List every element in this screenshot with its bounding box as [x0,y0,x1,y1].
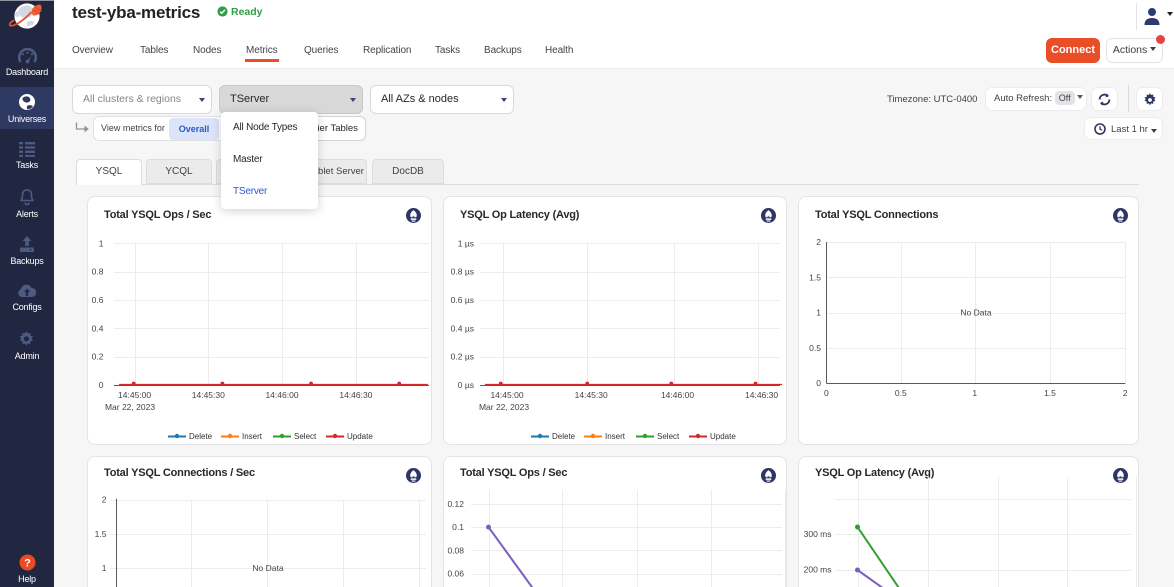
svg-text:1: 1 [972,388,977,398]
svg-text:Mar 22, 2023: Mar 22, 2023 [105,402,155,412]
svg-text:0: 0 [824,388,829,398]
svg-text:1: 1 [99,238,104,248]
svg-text:No Data: No Data [252,563,283,573]
svg-text:No Data: No Data [960,308,991,318]
svg-text:Insert: Insert [242,432,263,441]
svg-text:0: 0 [816,378,821,388]
svg-text:0.2: 0.2 [92,352,104,362]
svg-text:1: 1 [816,308,821,318]
svg-text:1 µs: 1 µs [458,238,474,248]
svg-text:0.08: 0.08 [447,545,464,555]
svg-text:2: 2 [102,495,107,505]
svg-text:14:45:00: 14:45:00 [490,390,523,400]
svg-text:14:46:30: 14:46:30 [339,390,372,400]
svg-text:0.4 µs: 0.4 µs [451,323,474,333]
svg-text:14:45:00: 14:45:00 [118,390,151,400]
svg-text:0.2 µs: 0.2 µs [451,352,474,362]
svg-text:0.12: 0.12 [447,499,464,509]
svg-text:0: 0 [99,380,104,390]
svg-text:300 ms: 300 ms [804,529,832,539]
svg-text:Delete: Delete [189,432,213,441]
svg-text:14:45:30: 14:45:30 [192,390,225,400]
svg-text:0 µs: 0 µs [458,380,474,390]
svg-text:?: ? [24,557,31,569]
svg-text:0.5: 0.5 [809,343,821,353]
svg-text:Update: Update [710,432,736,441]
svg-text:0.8 µs: 0.8 µs [451,267,474,277]
svg-text:0.8: 0.8 [92,267,104,277]
svg-text:14:45:30: 14:45:30 [575,390,608,400]
svg-text:14:46:00: 14:46:00 [265,390,298,400]
svg-text:Select: Select [657,432,680,441]
svg-text:0.4: 0.4 [92,323,104,333]
svg-text:Select: Select [294,432,317,441]
svg-text:Delete: Delete [552,432,576,441]
svg-text:0.5: 0.5 [895,388,907,398]
svg-text:Update: Update [347,432,373,441]
svg-text:0.1: 0.1 [452,522,464,532]
svg-text:1: 1 [102,563,107,573]
svg-text:14:46:00: 14:46:00 [661,390,694,400]
svg-text:1.5: 1.5 [95,529,107,539]
svg-text:Mar 22, 2023: Mar 22, 2023 [479,402,529,412]
svg-text:2: 2 [1123,388,1128,398]
svg-text:2: 2 [816,237,821,247]
svg-text:0.06: 0.06 [447,569,464,579]
svg-text:0.6 µs: 0.6 µs [451,295,474,305]
svg-text:0.6: 0.6 [92,295,104,305]
svg-text:Insert: Insert [605,432,626,441]
svg-text:200 ms: 200 ms [804,565,832,575]
svg-text:1.5: 1.5 [809,272,821,282]
svg-text:1.5: 1.5 [1044,388,1056,398]
svg-text:14:46:30: 14:46:30 [745,390,778,400]
